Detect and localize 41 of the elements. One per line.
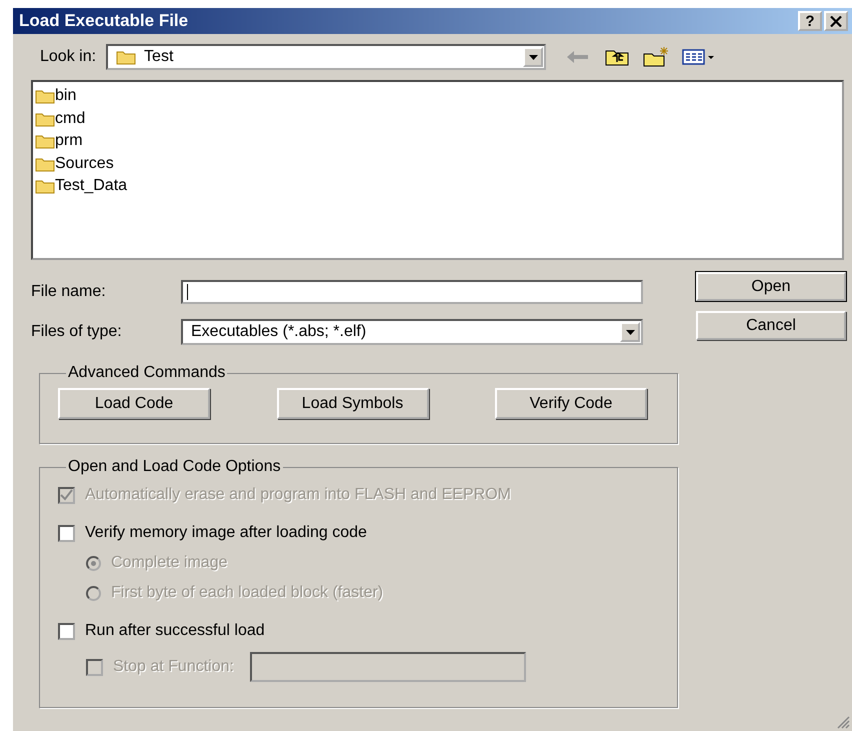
folder-icon [35, 110, 55, 127]
function-name-field[interactable] [250, 652, 526, 682]
files-of-type-dropdown[interactable]: Executables (*.abs; *.elf) [181, 319, 643, 345]
look-in-dropdown[interactable]: Test [106, 44, 546, 70]
resize-grip-icon[interactable] [836, 715, 850, 729]
option-label: Stop at Function: [113, 658, 234, 676]
view-menu-icon[interactable] [682, 48, 716, 66]
command-button[interactable]: Load Symbols [276, 388, 428, 419]
files-of-type-label: Files of type: [31, 323, 123, 341]
folder-name[interactable]: Test_Data [55, 177, 128, 196]
folder-icon [35, 178, 55, 194]
group-title: Advanced Commands [67, 364, 226, 382]
option-label: Verify memory image after loading code [85, 524, 367, 542]
option-label: Complete image [111, 554, 228, 572]
checkbox[interactable] [58, 524, 75, 542]
open-button[interactable]: Open [696, 272, 846, 301]
look-in-label: Look in: [40, 48, 96, 66]
option-label: Run after successful load [85, 622, 265, 640]
close-icon [830, 16, 842, 26]
folder-icon [116, 49, 136, 65]
folder-name[interactable]: Sources [55, 154, 114, 173]
folder-name[interactable]: cmd [55, 110, 86, 128]
folder-icon [35, 156, 55, 172]
folder-name[interactable]: bin [55, 87, 76, 106]
file-name-label: File name: [31, 283, 107, 301]
file-name-field[interactable] [181, 280, 643, 304]
folder-icon [35, 133, 55, 150]
new-folder-icon[interactable] [642, 46, 670, 68]
option-label: First byte of each loaded block (faster) [111, 584, 384, 602]
folder-icon [35, 88, 55, 104]
window-title: Load Executable File [19, 11, 188, 31]
folder-name[interactable]: prm [55, 132, 83, 150]
command-button[interactable]: Verify Code [495, 388, 647, 419]
checkmark-icon [60, 489, 73, 501]
close-button[interactable] [824, 11, 848, 31]
checkbox[interactable] [58, 622, 75, 640]
help-button[interactable]: ? [798, 11, 822, 31]
cancel-button[interactable]: Cancel [696, 311, 846, 340]
group-title: Open and Load Code Options [67, 458, 282, 476]
option-label: Automatically erase and program into FLASH and EEPROM [85, 486, 511, 504]
command-button[interactable]: Load Code [58, 388, 210, 419]
